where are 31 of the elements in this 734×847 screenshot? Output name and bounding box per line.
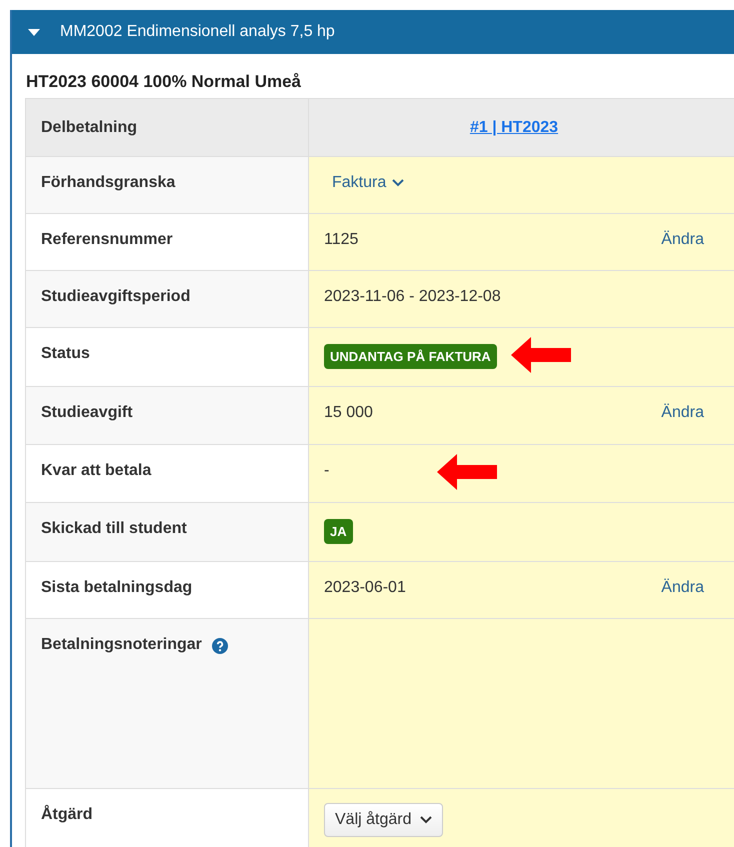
status-badge: UNDANTAG PÅ FAKTURA: [324, 344, 497, 369]
row-label: Studieavgift: [41, 404, 133, 422]
row-label: Referensnummer: [41, 231, 173, 249]
installment-link[interactable]: #1 | HT2023: [470, 118, 558, 136]
row-label: Åtgärd: [41, 806, 93, 824]
value-text: 15 000: [324, 404, 373, 422]
panel-header[interactable]: MM2002 Endimensionell analys 7,5 hp: [12, 10, 734, 54]
row-label: Sista betalningsdag: [41, 579, 192, 597]
preview-dropdown[interactable]: Faktura: [324, 174, 404, 192]
help-icon[interactable]: [212, 638, 228, 654]
value-text: 2023-11-06 - 2023-12-08: [324, 288, 501, 306]
row-label: Studieavgiftsperiod: [41, 288, 190, 306]
value-text: -: [324, 462, 330, 480]
value-text: 1125: [324, 231, 358, 249]
row-label: Kvar att betala: [41, 462, 152, 480]
row-label: Förhandsgranska: [41, 174, 176, 192]
status-badge: JA: [324, 519, 353, 544]
value-text: 2023-06-01: [324, 579, 406, 597]
caret-icon: [28, 28, 40, 36]
section-title: HT2023 60004 100% Normal Umeå: [25, 71, 302, 93]
row-label: Betalningsnoteringar: [41, 636, 202, 654]
row-label: Skickad till student: [41, 520, 187, 538]
chevron-down-icon: [392, 179, 404, 187]
row-label: Delbetalning: [41, 118, 138, 136]
edit-link[interactable]: Ändra: [661, 404, 704, 422]
edit-link[interactable]: Ändra: [661, 579, 704, 597]
panel-title: MM2002 Endimensionell analys 7,5 hp: [60, 23, 335, 41]
edit-link[interactable]: Ändra: [661, 231, 704, 249]
row-label: Status: [41, 345, 90, 363]
chevron-down-icon: [420, 816, 432, 824]
action-select[interactable]: Välj åtgärd: [324, 803, 442, 837]
